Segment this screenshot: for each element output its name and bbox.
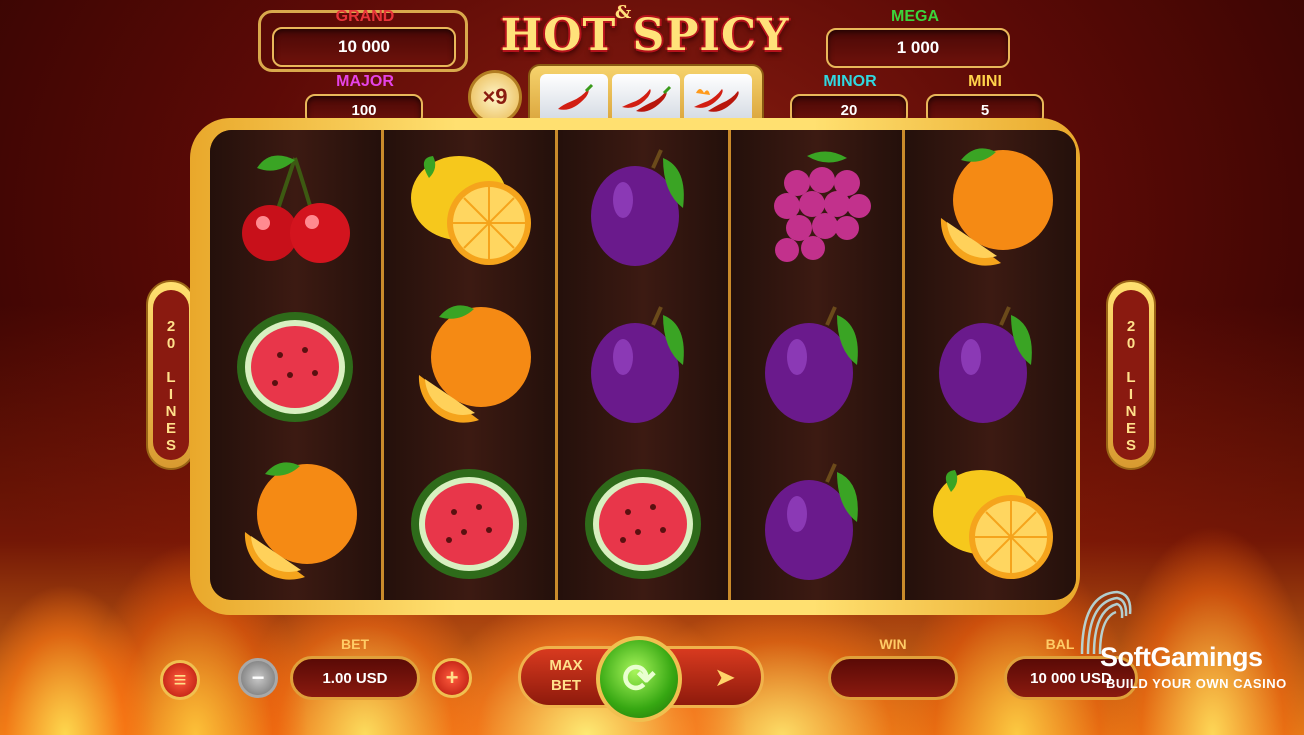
menu-button[interactable]: ≡ (160, 660, 200, 700)
game-title: HOT SPICY (495, 2, 795, 68)
win-label: WIN (879, 636, 907, 652)
plum-icon (558, 287, 729, 444)
reel-3 (557, 130, 732, 600)
brand-tagline: BUILD YOUR OWN CASINO (1106, 676, 1287, 691)
mega-label: MEGA (891, 8, 939, 25)
increase-bet-button[interactable]: + (432, 658, 472, 698)
lines-indicator-right: 20LINES (1106, 280, 1156, 470)
plum-icon (905, 287, 1076, 444)
decrease-bet-button[interactable]: − (238, 658, 278, 698)
max-bet-button[interactable]: MAX BET (536, 656, 596, 696)
minor-label: MINOR (823, 73, 877, 90)
grapes-icon (731, 130, 902, 287)
brand-name: SoftGamings (1100, 642, 1263, 672)
watermelon-icon (210, 287, 381, 444)
lemon-icon (384, 130, 555, 287)
watermelon-icon (384, 443, 555, 600)
major-label: MAJOR (336, 73, 394, 90)
lines-indicator-left: 20LINES (146, 280, 196, 470)
lines-text-right: 20LINES (1113, 290, 1149, 460)
lemon-icon (905, 443, 1076, 600)
reel-2 (383, 130, 558, 600)
multiplier-badge: ×9 (468, 70, 522, 124)
mega-value: 1 000 (826, 28, 1010, 68)
reel-4 (731, 130, 906, 600)
lines-text-left: 20LINES (153, 290, 189, 460)
win-value (828, 656, 958, 700)
mini-label: MINI (968, 73, 1002, 90)
plum-icon (731, 443, 902, 600)
play-arrow-icon: ➤ (714, 661, 736, 692)
bet-label: BET (341, 636, 369, 652)
title-ampersand: & (615, 2, 632, 23)
grand-label: GRAND (335, 8, 395, 25)
orange-icon (384, 287, 555, 444)
reel-1 (210, 130, 384, 600)
softgamings-watermark: SoftGamings BUILD YOUR OWN CASINO (1072, 584, 1302, 694)
menu-icon: ≡ (173, 667, 187, 692)
cherry-icon (210, 130, 381, 287)
plum-icon (558, 130, 729, 287)
reel-5 (905, 130, 1076, 600)
watermelon-icon (558, 443, 729, 600)
spin-icon: ⟳ (622, 657, 656, 701)
plum-icon (731, 287, 902, 444)
orange-icon (905, 130, 1076, 287)
minus-icon: − (251, 665, 265, 690)
plus-icon: + (445, 665, 459, 690)
reel-grid (210, 130, 1076, 600)
bet-value: 1.00 USD (290, 656, 420, 700)
orange-icon (210, 443, 381, 600)
game-title-text: HOT SPICY (500, 9, 790, 61)
grand-value: 10 000 (272, 27, 456, 67)
autoplay-button[interactable]: ➤ (700, 656, 750, 698)
spin-button[interactable]: ⟳ (596, 636, 682, 722)
